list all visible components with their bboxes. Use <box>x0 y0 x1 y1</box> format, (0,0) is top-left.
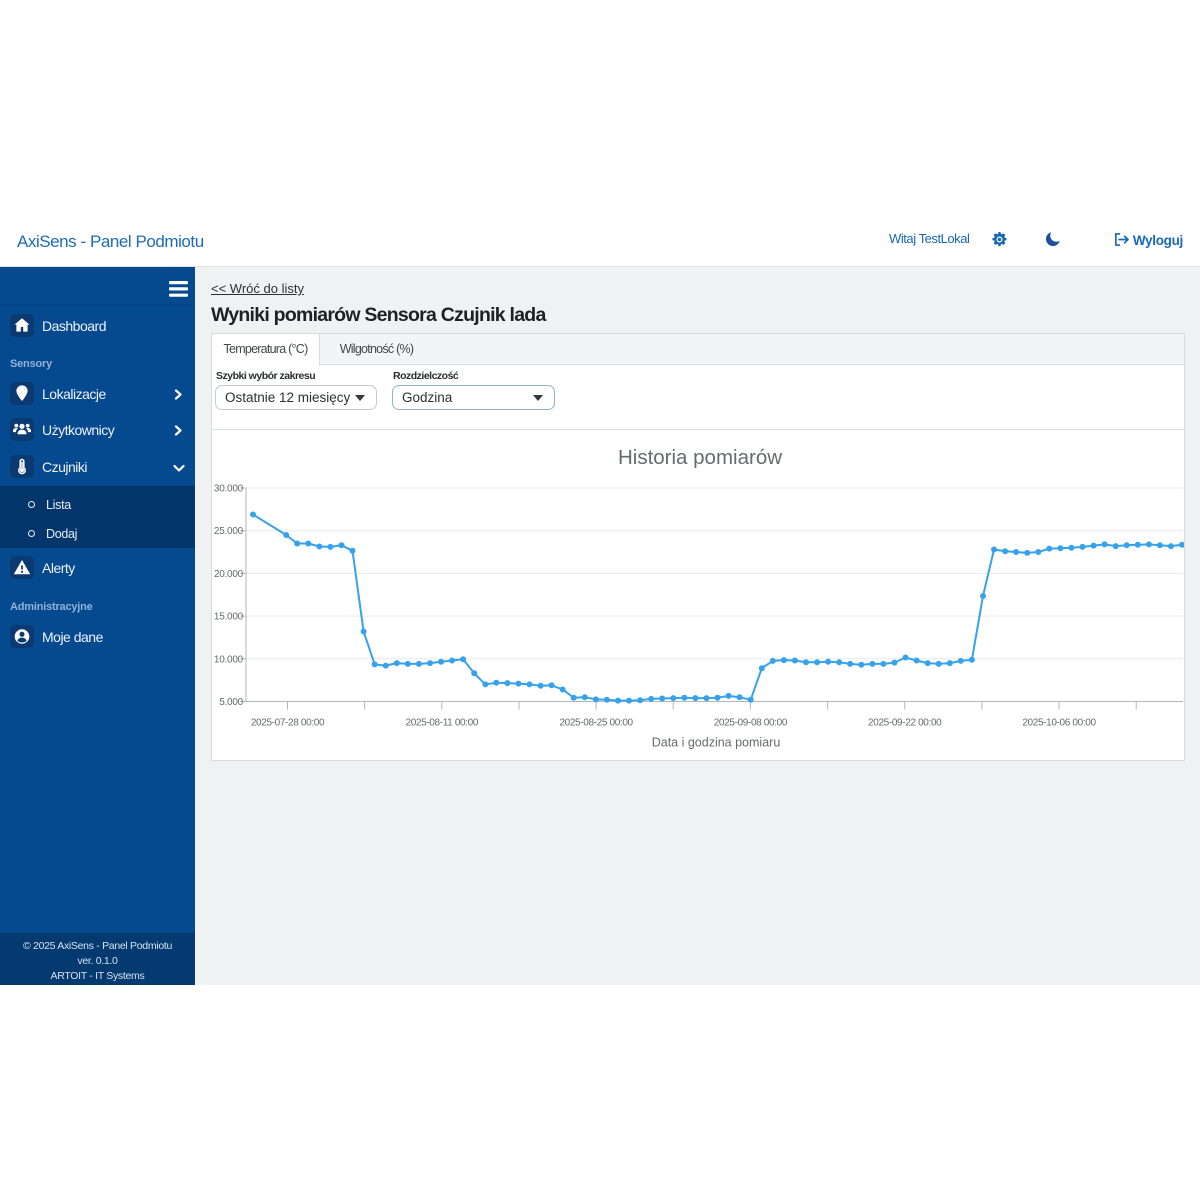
svg-text:Historia pomiarów: Historia pomiarów <box>618 446 782 469</box>
svg-text:30.000: 30.000 <box>214 484 244 495</box>
svg-text:2025-08-25 00:00: 2025-08-25 00:00 <box>559 718 633 729</box>
svg-text:Data i godzina pomiaru: Data i godzina pomiaru <box>652 736 781 750</box>
svg-text:20.000: 20.000 <box>214 569 244 580</box>
svg-text:25.000: 25.000 <box>214 526 244 537</box>
svg-text:2025-09-22 00:00: 2025-09-22 00:00 <box>868 718 942 729</box>
svg-text:2025-10-06 00:00: 2025-10-06 00:00 <box>1022 718 1096 729</box>
svg-text:10.000: 10.000 <box>214 654 244 665</box>
svg-text:2025-07-28 00:00: 2025-07-28 00:00 <box>251 718 325 729</box>
svg-text:2025-08-11 00:00: 2025-08-11 00:00 <box>405 718 478 729</box>
svg-text:5.000: 5.000 <box>219 697 243 708</box>
svg-text:15.000: 15.000 <box>214 612 244 623</box>
svg-text:2025-09-08 00:00: 2025-09-08 00:00 <box>714 718 788 729</box>
